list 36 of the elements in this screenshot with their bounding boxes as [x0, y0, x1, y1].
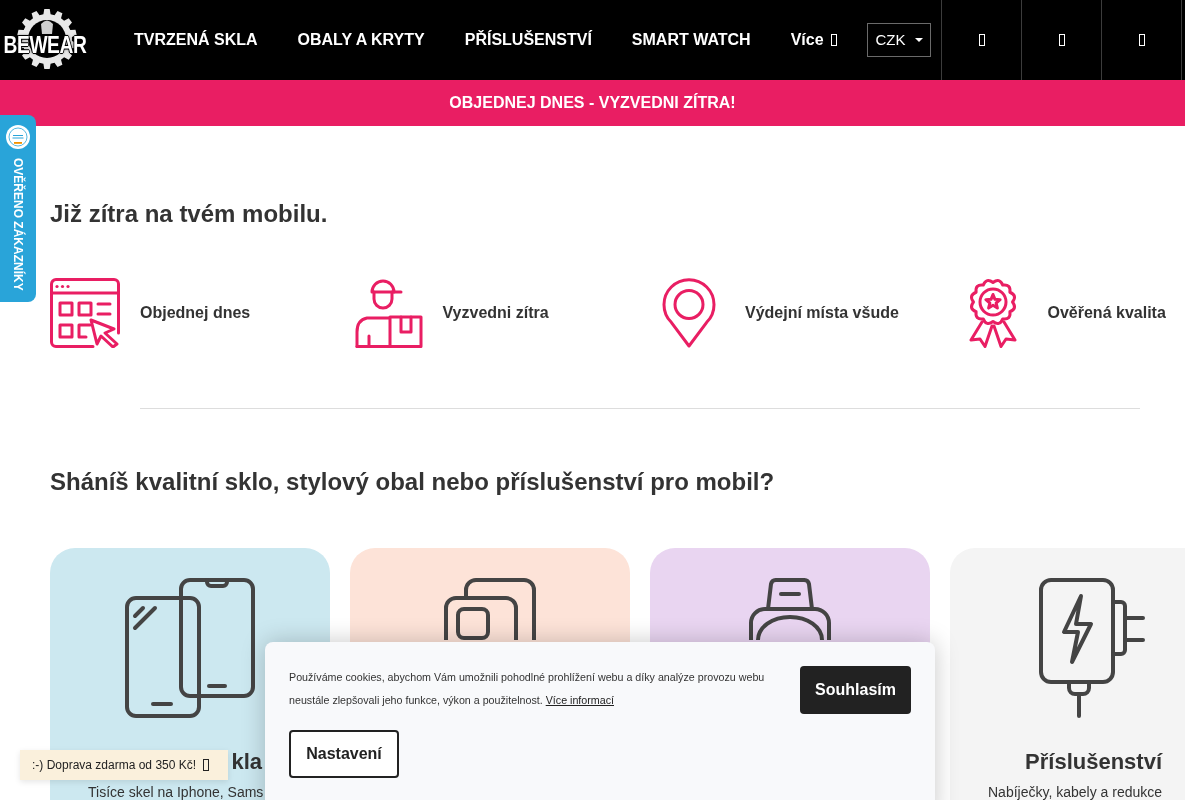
feature-label: Výdejní místa všude [745, 303, 899, 323]
card-title: kla [231, 749, 262, 774]
courier-icon [352, 278, 423, 348]
nav-link[interactable]: Více [770, 0, 857, 80]
seal-icon [6, 125, 30, 149]
settings-button[interactable]: Nastavení [289, 730, 399, 778]
browser-cursor-icon [50, 278, 120, 348]
more-info-link[interactable]: Více informací [545, 694, 614, 706]
glyph-box-icon [1138, 34, 1145, 46]
nav-link[interactable]: PŘÍSLUŠENSTVÍ [444, 0, 612, 80]
nav-link[interactable]: OBALY A KRYTY [277, 0, 445, 80]
category-card[interactable]: Příslušenství Nabíječky, kabely a redukce [950, 548, 1185, 800]
phones-icon [125, 578, 255, 718]
currency-select[interactable]: CZK [867, 23, 931, 57]
feature-label: Objednej dnes [140, 303, 251, 323]
header-button[interactable] [1101, 0, 1182, 80]
glyph-box-icon [978, 34, 985, 46]
glyph-box-icon [203, 759, 210, 771]
glyph-box-icon [830, 34, 837, 46]
smartwatch-icon [748, 578, 832, 640]
caret-icon [914, 38, 923, 42]
glyph-box-icon [1058, 34, 1065, 46]
promo-text: OBJEDNEJ DNES - VYZVEDNI ZÍTRA! [449, 93, 736, 113]
card-description: Tisíce skel na Iphone, Sams [88, 784, 264, 800]
card-title: Příslušenství [1025, 749, 1162, 774]
feature-label: Vyzvedni zítra [442, 303, 549, 323]
map-pin-icon [662, 278, 718, 348]
section-heading: Sháníš kvalitní sklo, stylový obal nebo příslušenství pro mobil? [50, 468, 775, 496]
card-description: Nabíječky, kabely a redukce [988, 784, 1163, 800]
feature-label: Ověřená kvalita [1047, 303, 1166, 323]
section-heading: Již zítra na tvém mobilu. [50, 200, 328, 228]
badge-label: OVĚŘENO ZÁKAZNÍKY [11, 158, 25, 291]
nav-link[interactable]: SMART WATCH [611, 0, 771, 80]
accept-button[interactable]: Souhlasím [800, 666, 911, 714]
nav-link[interactable]: TVRZENÁ SKLA [114, 0, 278, 80]
phone-case-icon [444, 578, 536, 640]
